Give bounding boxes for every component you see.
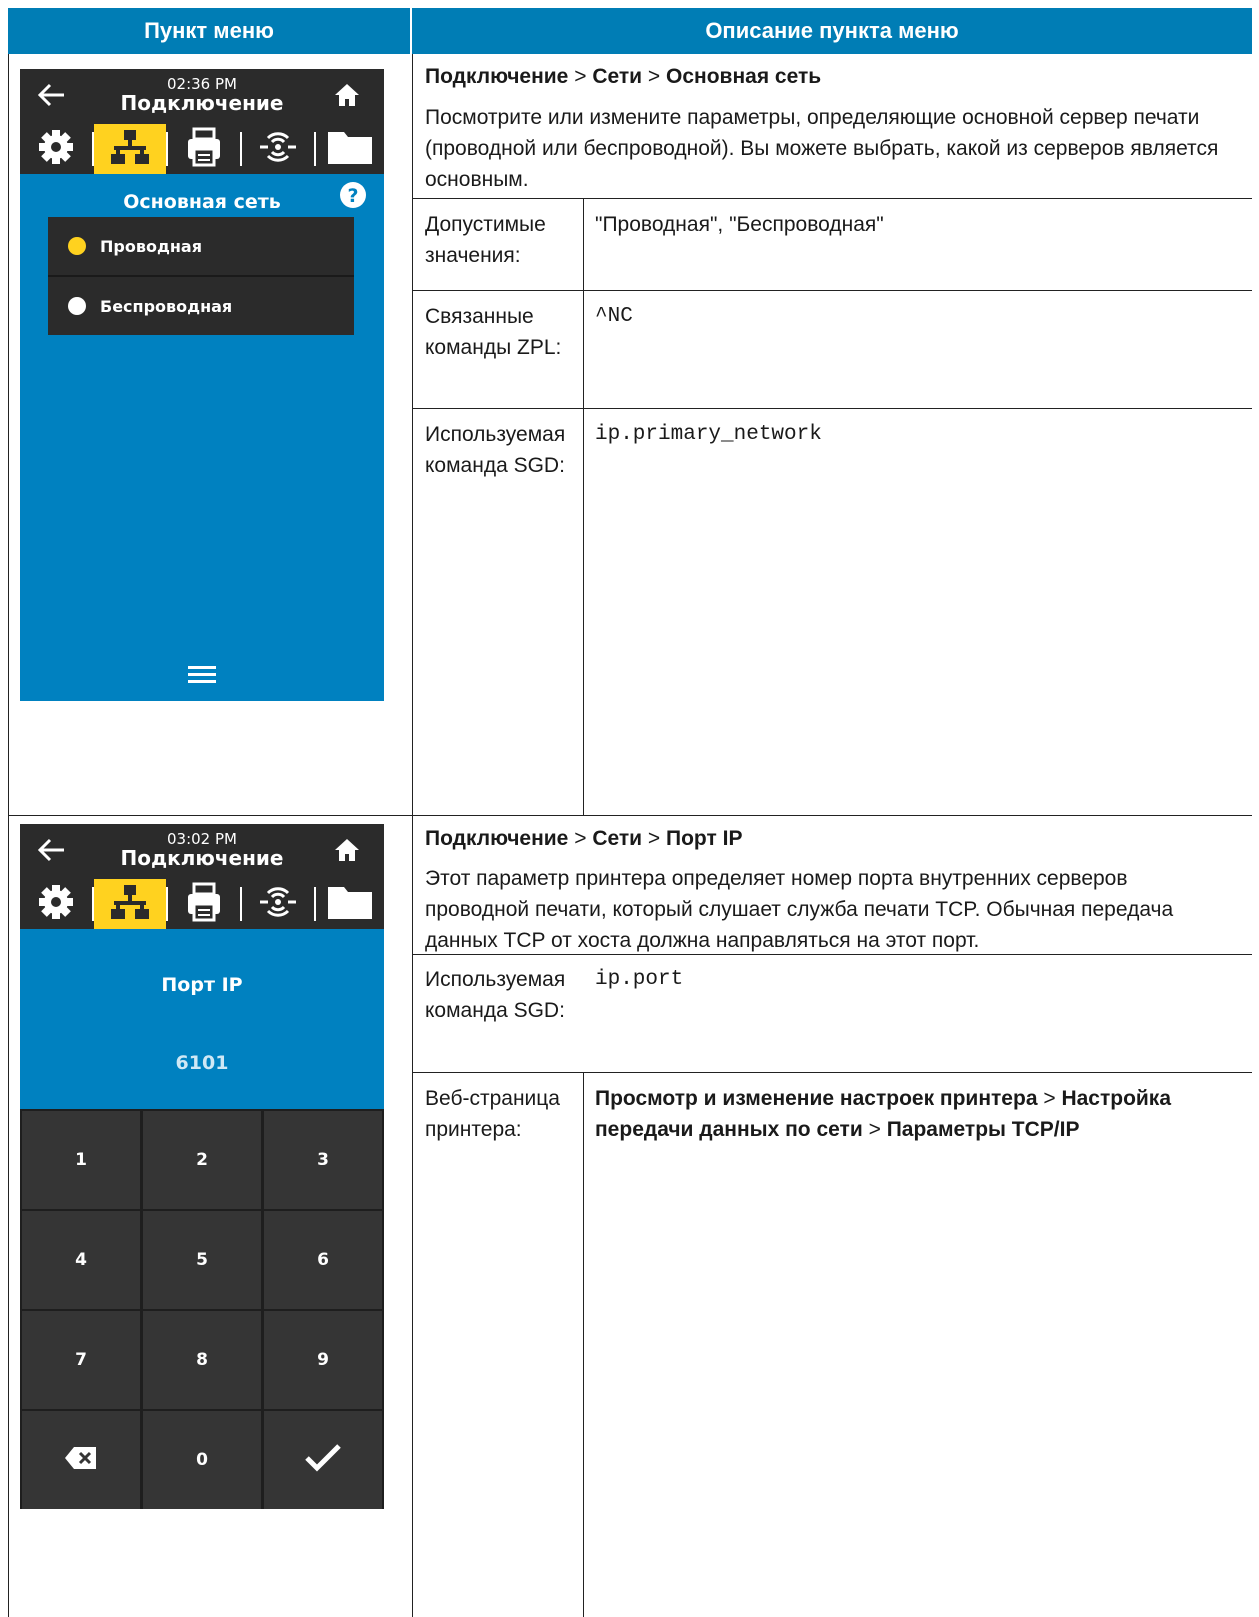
prop-label: Связанные команды ZPL: (425, 305, 562, 359)
option-label: Проводная (100, 236, 202, 256)
help-icon[interactable]: ? (339, 181, 367, 214)
tab-storage[interactable] (316, 124, 384, 174)
tab-rfid[interactable] (242, 879, 314, 929)
prop-label: Используемая команда SGD: (425, 968, 566, 1022)
key-confirm[interactable] (264, 1411, 382, 1509)
svg-text:?: ? (347, 185, 358, 207)
home-icon[interactable] (334, 83, 360, 112)
tab-connection[interactable] (94, 879, 166, 929)
tab-connection[interactable] (94, 124, 166, 174)
printer-icon (186, 882, 222, 927)
checkmark-icon (304, 1443, 342, 1478)
screen-title: Подключение (120, 91, 284, 115)
prop-label: Допустимые значения: (425, 213, 546, 267)
screen-subtitle: Порт IP (161, 974, 243, 996)
key-backspace[interactable] (22, 1411, 140, 1509)
gear-icon (36, 882, 76, 927)
description-ip-port: Этот параметр принтера определяет номер … (425, 867, 1174, 952)
prop-value: ip.primary_network (595, 423, 822, 446)
screen-top-bar: 03:02 PM Подключение (20, 824, 384, 879)
radio-selected-icon (68, 237, 86, 255)
ip-port-value: 6101 (175, 1052, 229, 1074)
numeric-keypad: 1 2 3 4 5 6 7 8 9 0 (20, 1109, 384, 1509)
breadcrumb-ip-port: Подключение > Сети > Порт IP (425, 827, 743, 850)
screen-subtitle: Основная сеть (123, 191, 281, 213)
prop-value: "Проводная", "Беспроводная" (595, 213, 884, 236)
prop-value: ip.port (595, 968, 684, 991)
backspace-icon (64, 1446, 98, 1475)
key-9[interactable]: 9 (264, 1311, 382, 1409)
folder-icon (326, 883, 374, 926)
prop-label: Веб-страница принтера: (425, 1087, 560, 1141)
tab-rfid[interactable] (242, 124, 314, 174)
header-menu-item: Пункт меню (8, 8, 412, 54)
key-7[interactable]: 7 (22, 1311, 140, 1409)
key-2[interactable]: 2 (143, 1111, 261, 1209)
key-8[interactable]: 8 (143, 1311, 261, 1409)
ip-port-screen: 03:02 PM Подключение Порт IP 6101 1 2 3 … (20, 824, 384, 1509)
printer-icon (186, 127, 222, 172)
key-3[interactable]: 3 (264, 1111, 382, 1209)
folder-icon (326, 128, 374, 171)
key-5[interactable]: 5 (143, 1211, 261, 1309)
tab-storage[interactable] (316, 879, 384, 929)
category-icon-bar (20, 879, 384, 929)
tab-print[interactable] (168, 124, 240, 174)
primary-network-screen: 02:36 PM Подключение Основная сеть ? Про… (20, 69, 384, 701)
option-wired[interactable]: Проводная (48, 217, 354, 277)
home-icon[interactable] (334, 838, 360, 867)
option-label: Беспроводная (100, 296, 233, 316)
key-6[interactable]: 6 (264, 1211, 382, 1309)
category-icon-bar (20, 124, 384, 174)
key-1[interactable]: 1 (22, 1111, 140, 1209)
key-4[interactable]: 4 (22, 1211, 140, 1309)
prop-label: Используемая команда SGD: (425, 423, 566, 477)
screen-title: Подключение (120, 846, 284, 870)
menu-table: Пункт меню Описание пункта меню 02:36 PM… (8, 8, 1252, 1617)
breadcrumb-primary-network: Подключение > Сети > Основная сеть (425, 65, 822, 88)
tab-print[interactable] (168, 879, 240, 929)
description-primary-network: Посмотрите или измените параметры, опред… (425, 106, 1219, 191)
network-icon (110, 883, 150, 926)
option-wireless[interactable]: Беспроводная (48, 277, 354, 335)
tab-settings[interactable] (20, 879, 92, 929)
wireless-icon (257, 127, 299, 172)
network-options-list: Проводная Беспроводная (48, 217, 354, 335)
header-menu-description: Описание пункта меню (412, 8, 1252, 54)
gear-icon (36, 127, 76, 172)
printer-web-page-path: Просмотр и изменение настроек принтера >… (595, 1087, 1172, 1141)
radio-unselected-icon (68, 297, 86, 315)
wireless-icon (257, 882, 299, 927)
key-0[interactable]: 0 (143, 1411, 261, 1509)
menu-icon[interactable] (188, 665, 216, 690)
network-icon (110, 128, 150, 171)
screen-top-bar: 02:36 PM Подключение (20, 69, 384, 124)
prop-value: ^NC (595, 305, 633, 328)
tab-settings[interactable] (20, 124, 92, 174)
